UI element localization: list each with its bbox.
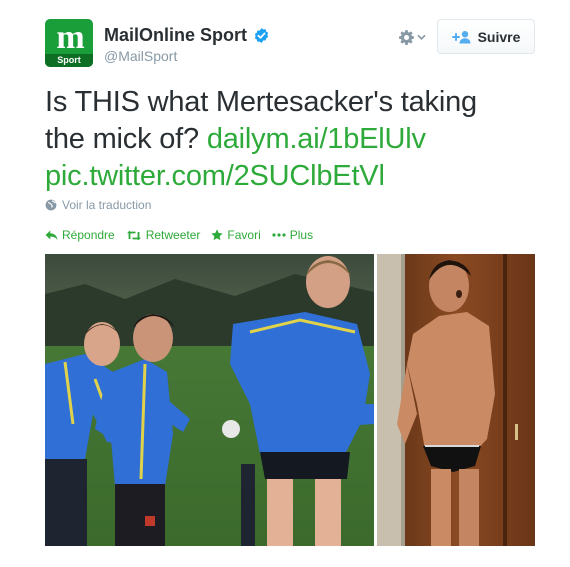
reply-label: Répondre xyxy=(62,228,115,242)
training-photo-image xyxy=(45,254,374,546)
account-name-row[interactable]: MailOnline Sport xyxy=(104,24,270,46)
favorite-button[interactable]: Favori xyxy=(211,227,261,243)
tweet-text-line-2: the mick of? dailym.ai/1bElUlv xyxy=(45,121,535,158)
tweet-text: Is THIS what Mertesacker's taking the mi… xyxy=(45,84,535,195)
underwear-photo-image xyxy=(377,254,535,546)
verified-badge-icon xyxy=(254,27,269,43)
user-actions-dropdown-button[interactable] xyxy=(398,26,430,48)
reply-icon xyxy=(45,230,58,240)
tweet-url-link[interactable]: dailym.ai/1bElUlv xyxy=(207,123,426,155)
globe-icon xyxy=(45,199,57,211)
translate-link[interactable]: Voir la traduction xyxy=(45,196,151,214)
more-dots-icon xyxy=(272,233,286,237)
chevron-down-icon xyxy=(417,34,426,40)
media-photo-training[interactable] xyxy=(45,254,374,546)
retweet-button[interactable]: Retweeter xyxy=(126,227,201,243)
more-button[interactable]: Plus xyxy=(272,227,313,243)
tweet-media-link[interactable]: pic.twitter.com/2SUClbEtVl xyxy=(45,160,385,192)
account-handle[interactable]: @MailSport xyxy=(104,47,177,65)
follow-button-label: Suivre xyxy=(477,28,521,45)
add-user-icon xyxy=(451,30,471,43)
star-icon xyxy=(211,229,224,241)
favorite-label: Favori xyxy=(227,228,261,242)
retweet-label: Retweeter xyxy=(145,228,201,242)
tweet-text-fragment: the mick of? xyxy=(45,123,207,155)
avatar[interactable]: m Sport xyxy=(45,19,93,67)
tweet-media xyxy=(45,254,535,546)
tweet-text-line-3: pic.twitter.com/2SUClbEtVl xyxy=(45,158,535,195)
avatar-logo-mark: m xyxy=(56,19,84,56)
media-photo-underwear[interactable] xyxy=(377,254,535,546)
avatar-logo-sub: Sport xyxy=(57,55,81,65)
tweet-text-line-1: Is THIS what Mertesacker's taking xyxy=(45,86,477,118)
gear-icon xyxy=(399,29,414,45)
retweet-icon xyxy=(126,230,141,240)
more-label: Plus xyxy=(289,228,314,242)
reply-button[interactable]: Répondre xyxy=(45,227,115,243)
translate-label: Voir la traduction xyxy=(62,198,152,212)
follow-button[interactable]: Suivre xyxy=(437,19,535,54)
tweet-card: m Sport MailOnline Sport @MailSport Suiv… xyxy=(0,0,570,567)
tweet-actions: Répondre Retweeter Favori Plus xyxy=(45,226,324,244)
display-name[interactable]: MailOnline Sport xyxy=(104,24,247,46)
